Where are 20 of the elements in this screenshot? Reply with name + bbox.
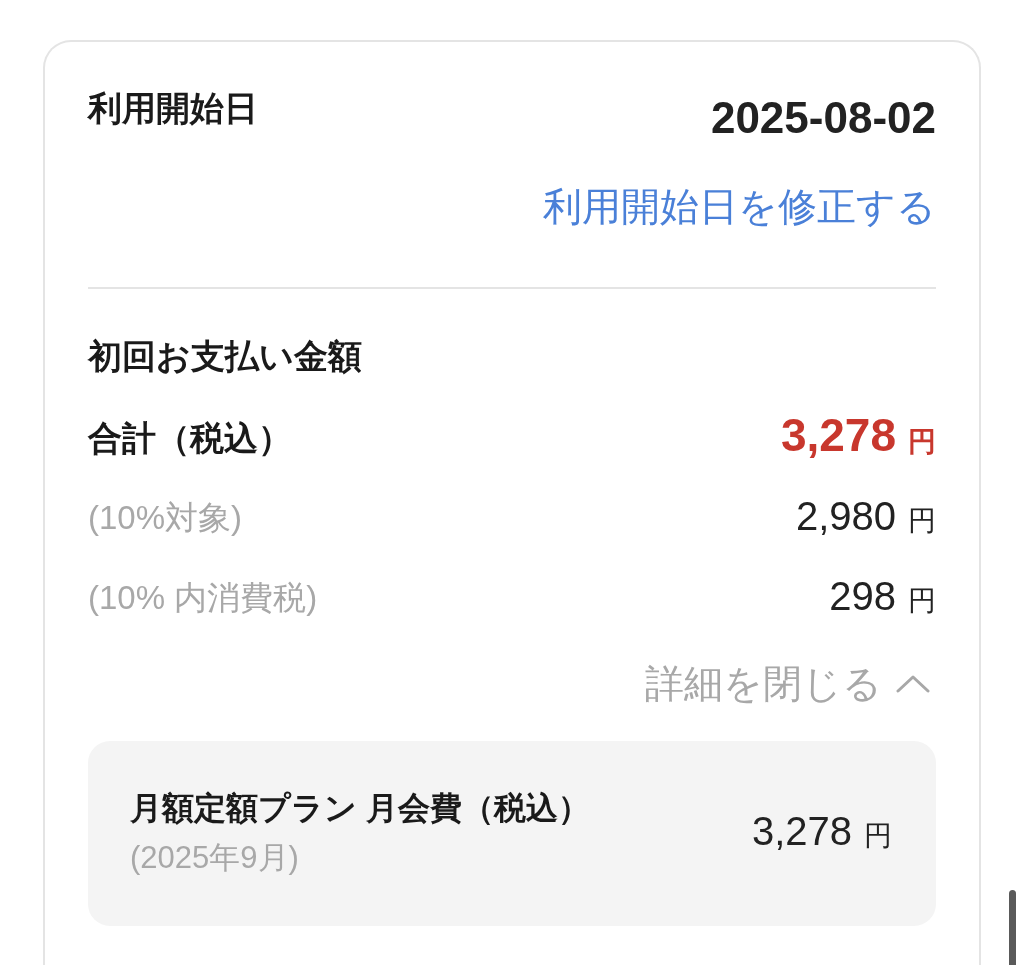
chevron-icon	[896, 675, 930, 693]
start-date-value: 2025-08-02	[710, 96, 936, 140]
amount-value: 2,980	[795, 492, 896, 540]
amount-value: 298	[829, 572, 896, 620]
currency-unit: 円	[864, 818, 892, 853]
tax-detail-label: (10% 内消費税)	[88, 578, 318, 618]
currency-unit: 円	[908, 583, 936, 618]
start-date-label: 利用開始日	[88, 88, 258, 129]
plan-amount: 3,278	[751, 807, 852, 855]
currency-unit: 円	[908, 503, 936, 538]
section-title: 初回お支払い金額	[88, 336, 363, 377]
scrollbar[interactable]	[1009, 890, 1016, 965]
tax-detail-label: (10%対象)	[88, 498, 243, 538]
currency-unit: 円	[908, 424, 936, 459]
plan-name: 月額定額プラン 月会費（税込）	[130, 789, 590, 828]
plan-period: (2025年9月)	[130, 839, 300, 877]
total-label: 合計（税込）	[88, 418, 292, 459]
total-amount: 3,278	[780, 408, 896, 461]
details-toggle[interactable]: 詳細を閉じる	[645, 660, 930, 708]
edit-start-date-link[interactable]: 利用開始日を修正する	[543, 183, 936, 231]
